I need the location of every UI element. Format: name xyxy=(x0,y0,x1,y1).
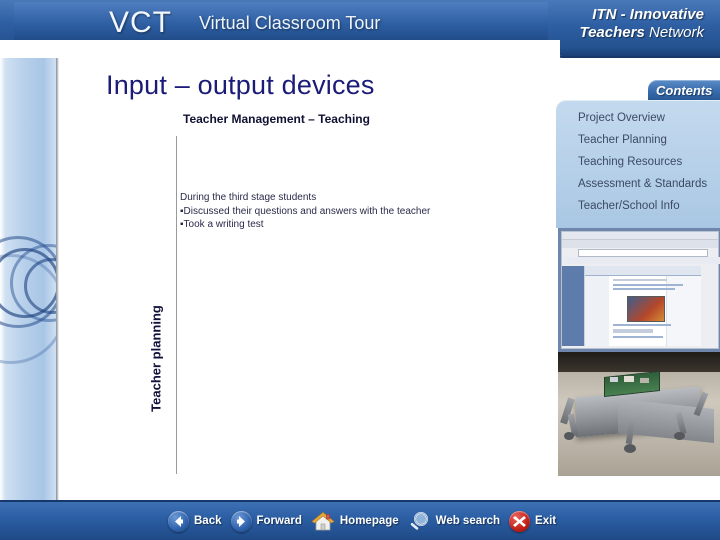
homepage-button[interactable]: Homepage xyxy=(311,511,399,532)
page-text-line xyxy=(613,329,653,333)
magnifier-icon xyxy=(408,511,431,532)
browser-left-gutter xyxy=(562,266,584,346)
slide-viewer: ITN - Innovative Teachers Network VCT Vi… xyxy=(0,0,720,540)
header-right-block: ITN - Innovative Teachers Network xyxy=(548,0,720,56)
browser-screenshot-thumbnail[interactable] xyxy=(558,228,720,352)
page-banner xyxy=(585,266,701,276)
bottom-bar-edge xyxy=(0,500,720,502)
contents-item-assessment-standards[interactable]: Assessment & Standards xyxy=(578,178,707,190)
header-bottom-notch xyxy=(0,40,560,58)
close-x-icon xyxy=(509,510,531,532)
arrow-right-icon xyxy=(230,510,252,532)
web-search-button[interactable]: Web search xyxy=(408,511,500,532)
forward-label: Forward xyxy=(256,515,302,527)
forward-button[interactable]: Forward xyxy=(230,510,302,532)
page-right-column xyxy=(666,276,701,346)
brand-network-rest: Network xyxy=(644,24,704,41)
robot-foot xyxy=(624,444,636,453)
body-line: ▪Discussed their questions and answers w… xyxy=(180,205,431,217)
brand-line-2: Teachers Network xyxy=(579,24,704,41)
app-header: ITN - Innovative Teachers Network VCT Vi… xyxy=(0,0,720,58)
robot-component xyxy=(624,376,634,382)
contents-tab-label: Contents xyxy=(656,83,713,98)
back-button[interactable]: Back xyxy=(168,510,222,532)
browser-toolbar xyxy=(562,240,718,248)
contents-menu: Project Overview Teacher Planning Teachi… xyxy=(556,100,720,228)
photo-top-shadow xyxy=(558,352,720,372)
brand-teachers-bold: Teachers xyxy=(579,24,645,41)
browser-address-bar xyxy=(578,249,708,257)
page-title: Input – output devices xyxy=(106,70,375,100)
slide-subtitle: Teacher Management – Teaching xyxy=(183,112,370,126)
robot-component xyxy=(640,378,649,383)
exit-label: Exit xyxy=(535,515,557,527)
robot-photo-thumbnail[interactable] xyxy=(558,352,720,476)
browser-window-mock xyxy=(561,231,720,349)
brand-itn-bold: ITN xyxy=(592,6,617,23)
contents-item-teacher-planning[interactable]: Teacher Planning xyxy=(578,134,667,146)
brand-itn-rest: - Innovative xyxy=(616,6,704,23)
browser-menubar xyxy=(562,232,718,240)
browser-links-bar xyxy=(564,257,720,264)
vertical-label-holder: Teacher planning xyxy=(145,302,167,422)
page-left-nav xyxy=(585,276,609,346)
page-text-line xyxy=(613,288,675,290)
page-text-line xyxy=(613,284,683,286)
vertical-divider-line xyxy=(176,136,177,474)
left-decorative-rail xyxy=(0,58,56,500)
robot-foot xyxy=(564,432,574,440)
vct-logo-text: VCT xyxy=(109,6,172,39)
body-line: During the third stage students xyxy=(180,192,317,203)
homepage-label: Homepage xyxy=(339,515,399,527)
slide-body-text: During the third stage students ▪Discuss… xyxy=(180,191,510,232)
robot-component xyxy=(610,377,618,382)
page-text-line xyxy=(613,336,663,338)
robot-foot xyxy=(674,432,685,440)
arrow-left-icon xyxy=(168,510,189,532)
slide-content-area: Input – output devices Teacher Managemen… xyxy=(59,58,556,500)
browser-page-body xyxy=(584,266,701,346)
navigation-buttons: Back Forward Homepage Web search Exit xyxy=(168,508,565,534)
body-line: ▪Took a writing test xyxy=(180,219,264,230)
vertical-axis-label: Teacher planning xyxy=(148,305,164,412)
vct-logo-subtitle: Virtual Classroom Tour xyxy=(199,13,381,33)
back-label: Back xyxy=(194,515,222,527)
contents-item-project-overview[interactable]: Project Overview xyxy=(578,112,665,124)
contents-item-teacher-school-info[interactable]: Teacher/School Info xyxy=(578,200,680,212)
page-text-line xyxy=(613,279,667,281)
contents-item-teaching-resources[interactable]: Teaching Resources xyxy=(578,156,682,168)
house-icon xyxy=(311,511,335,532)
page-embedded-image xyxy=(627,296,665,322)
brand-line-1: ITN - Innovative xyxy=(592,6,704,23)
contents-tab[interactable]: Contents xyxy=(648,80,720,102)
page-text-line xyxy=(613,324,671,326)
web-search-label: Web search xyxy=(435,515,501,527)
exit-button[interactable]: Exit xyxy=(509,510,557,532)
